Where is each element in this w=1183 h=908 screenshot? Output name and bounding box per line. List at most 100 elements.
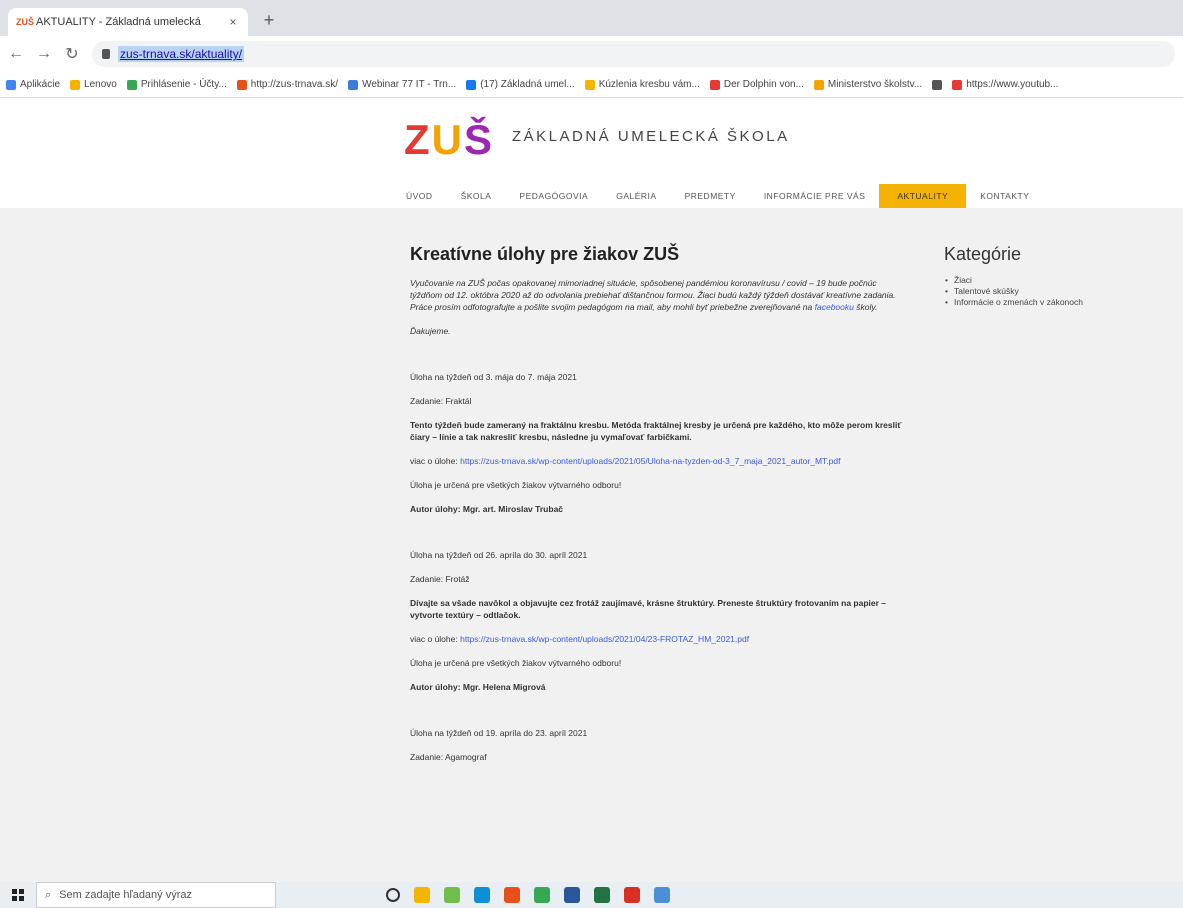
bookmark-favicon-icon	[6, 79, 16, 90]
zus-logo[interactable]: ZUŠ	[404, 116, 494, 164]
task-assignment: Zadanie: Agamograf	[410, 752, 487, 762]
category-item[interactable]: Talentové skúšky	[944, 286, 1164, 297]
task-more-label: viac o úlohe:	[410, 456, 461, 466]
task-section: Úloha na týždeň od 26. apríla do 30. apr…	[410, 549, 910, 693]
bookmark-item[interactable]: https://www.youtub...	[952, 79, 1058, 90]
task-assignment: Zadanie: Frotáž	[410, 574, 470, 584]
nav-item-informácie-pre-vás[interactable]: INFORMÁCIE PRE VÁS	[750, 184, 880, 208]
browser-toolbar: ← → ↻ zus-trnava.sk/aktuality/	[0, 36, 1183, 72]
task-more: viac o úlohe: https://zus-trnava.sk/wp-c…	[410, 455, 910, 467]
close-tab-icon[interactable]: ×	[226, 15, 240, 29]
acrobat-icon[interactable]	[624, 887, 640, 903]
notepad-icon[interactable]	[654, 887, 670, 903]
bookmark-item[interactable]: Der Dolphin von...	[709, 79, 804, 90]
article-title: Kreatívne úlohy pre žiakov ZUŠ	[410, 244, 680, 264]
file-explorer-icon[interactable]	[414, 887, 430, 903]
task-description: Tento týždeň bude zameraný na fraktálnu …	[410, 420, 902, 442]
photos-icon[interactable]	[444, 887, 460, 903]
bookmark-favicon-icon	[813, 79, 824, 90]
categories-list: ŽiaciTalentové skúškyInformácie o zmenác…	[944, 275, 1164, 308]
task-section: Úloha na týždeň od 19. apríla do 23. apr…	[410, 727, 910, 763]
bookmark-label: Aplikácie	[20, 79, 61, 90]
bookmark-item[interactable]: Kúzlenia kresbu vám...	[584, 79, 700, 90]
thanks-text: Ďakujeme.	[410, 326, 451, 336]
taskbar-search-box[interactable]: ⌕ Sem zadajte hľadaný výraz	[36, 882, 276, 908]
article-intro: Vyučovanie na ZUŠ počas opakovanej mimor…	[410, 277, 910, 313]
bookmark-favicon-icon	[236, 79, 247, 90]
url-text[interactable]: zus-trnava.sk/aktuality/	[118, 46, 245, 62]
nav-item-úvod[interactable]: ÚVOD	[392, 184, 447, 208]
bookmark-label: http://zus-trnava.sk/	[250, 79, 339, 90]
bookmark-favicon-icon	[584, 79, 595, 90]
main-navigation: ÚVOD ŠKOLA PEDAGÓGOVIA GALÉRIA PREDMETY INFOR…	[392, 184, 1043, 208]
task-audience: Úloha je určená pre všetkých žiakov výtv…	[410, 658, 622, 668]
task-author: Autor úlohy: Mgr. Helena Migrová	[410, 682, 546, 692]
school-name: ZÁKLADNÁ UMELECKÁ ŠKOLA	[512, 128, 790, 145]
logo-letter-z: Z	[404, 116, 432, 163]
lock-icon	[102, 49, 110, 59]
browser-tabstrip: ZUŠ AKTUALITY - Základná umelecká × +	[0, 0, 1183, 36]
bookmark-item[interactable]: (17) Základná umel...	[466, 79, 575, 90]
task-more-label: viac o úlohe:	[410, 634, 461, 644]
bookmark-label: (17) Základná umel...	[480, 79, 575, 90]
nav-item-kontakty[interactable]: KONTAKTY	[966, 184, 1043, 208]
bookmark-item[interactable]: Webinar 77 IT - Trn...	[348, 79, 456, 90]
tab-title: AKTUALITY - Základná umelecká	[36, 16, 201, 28]
bookmarks-bar: Aplikácie Lenovo Prihlásenie - Účty... http…	[0, 72, 1183, 98]
address-bar[interactable]: zus-trnava.sk/aktuality/	[92, 41, 1175, 67]
taskbar-apps	[386, 887, 670, 903]
bookmark-label: Prihlásenie - Účty...	[140, 79, 227, 90]
zus-favicon-icon: ZUŠ	[16, 17, 34, 27]
excel-icon[interactable]	[594, 887, 610, 903]
new-tab-button[interactable]: +	[258, 10, 280, 32]
bookmark-label: Der Dolphin von...	[723, 79, 804, 90]
bookmark-favicon-icon	[126, 79, 137, 90]
bookmark-item[interactable]: Lenovo	[70, 79, 117, 90]
taskbar-search-placeholder: Sem zadajte hľadaný výraz	[59, 889, 193, 901]
bookmark-item[interactable]: Ministerstvo školstv...	[813, 79, 923, 90]
task-pdf-link[interactable]: https://zus-trnava.sk/wp-content/uploads…	[460, 634, 749, 644]
nav-item-aktuality[interactable]: AKTUALITY	[879, 184, 967, 208]
back-arrow-icon[interactable]: ←	[8, 45, 24, 63]
chrome-icon[interactable]	[534, 887, 550, 903]
windows-taskbar: ⌕ Sem zadajte hľadaný výraz	[0, 882, 1183, 908]
nav-item-pedagógovia[interactable]: PEDAGÓGOVIA	[505, 184, 602, 208]
browser-tab-aktuality[interactable]: ZUŠ AKTUALITY - Základná umelecká ×	[8, 8, 248, 36]
task-list: Úloha na týždeň od 3. mája do 7. mája 20…	[410, 371, 910, 763]
bookmark-favicon-icon	[952, 79, 963, 90]
task-more: viac o úlohe: https://zus-trnava.sk/wp-c…	[410, 633, 910, 645]
bookmark-label: Webinar 77 IT - Trn...	[362, 79, 457, 90]
edge-icon[interactable]	[474, 887, 490, 903]
web-page: ZUŠ ZÁKLADNÁ UMELECKÁ ŠKOLA ÚVOD ŠKOLA PED…	[0, 98, 1183, 882]
bookmark-item[interactable]	[932, 79, 943, 90]
categories-sidebar: Kategórie ŽiaciTalentové skúškyInformáci…	[944, 244, 1164, 308]
paint-icon[interactable]	[504, 887, 520, 903]
bookmark-label: Ministerstvo školstv...	[827, 79, 923, 90]
start-button[interactable]	[0, 882, 36, 908]
task-description: Dívajte sa všade navôkol a objavujte cez…	[410, 598, 887, 620]
categories-title: Kategórie	[944, 244, 1022, 264]
task-week: Úloha na týždeň od 19. apríla do 23. apr…	[410, 728, 588, 738]
logo-letter-u: U	[431, 116, 464, 163]
bookmark-favicon-icon	[709, 79, 720, 90]
nav-item-predmety[interactable]: PREDMETY	[671, 184, 750, 208]
reload-icon[interactable]: ↻	[64, 44, 80, 64]
word-icon[interactable]	[564, 887, 580, 903]
nav-item-galéria[interactable]: GALÉRIA	[602, 184, 670, 208]
bookmark-favicon-icon	[70, 79, 81, 90]
cortana-icon[interactable]	[386, 888, 400, 902]
category-item[interactable]: Žiaci	[944, 275, 1164, 286]
bookmark-favicon-icon	[348, 79, 359, 90]
nav-item-škola[interactable]: ŠKOLA	[447, 184, 506, 208]
task-audience: Úloha je určená pre všetkých žiakov výtv…	[410, 480, 622, 490]
bookmark-label: https://www.youtub...	[966, 79, 1059, 90]
intro-end: školy.	[853, 302, 878, 312]
forward-arrow-icon[interactable]: →	[36, 45, 52, 63]
task-pdf-link[interactable]: https://zus-trnava.sk/wp-content/uploads…	[460, 456, 840, 466]
bookmark-item[interactable]: Aplikácie	[6, 79, 60, 90]
facebook-link[interactable]: facebooku	[815, 302, 854, 312]
bookmark-item[interactable]: http://zus-trnava.sk/	[236, 79, 339, 90]
category-item[interactable]: Informácie o zmenách v zákonoch	[944, 297, 1164, 308]
bookmark-item[interactable]: Prihlásenie - Účty...	[126, 79, 227, 90]
bookmark-label: Lenovo	[84, 79, 117, 90]
